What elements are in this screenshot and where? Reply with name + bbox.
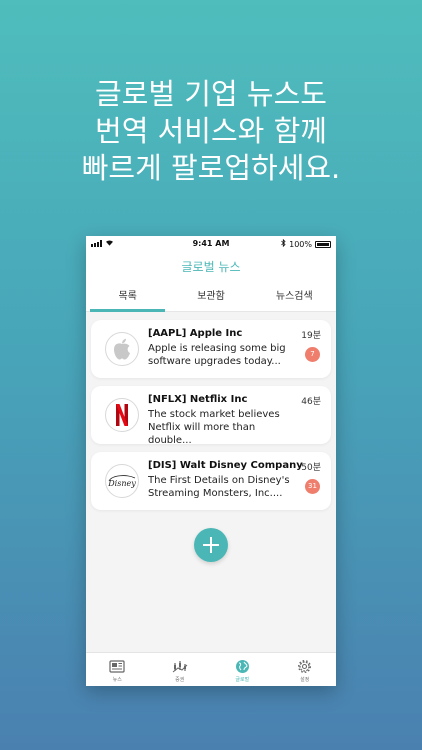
tab-archive[interactable]: 보관함 xyxy=(169,286,252,311)
headline-line-1: 글로벌 기업 뉴스도 xyxy=(95,77,327,111)
status-right: 100% xyxy=(281,238,331,249)
disney-logo-icon: Disney xyxy=(105,464,139,498)
news-card-aapl[interactable]: [AAPL] Apple Inc Apple is releasing some… xyxy=(91,320,331,378)
tab-bar: 목록 보관함 뉴스검색 xyxy=(86,286,336,312)
news-list: [AAPL] Apple Inc Apple is releasing some… xyxy=(86,312,336,510)
app-title: 글로벌 뉴스 xyxy=(86,252,336,286)
nav-label: 증권 xyxy=(175,677,185,683)
news-time: 19분 xyxy=(301,331,321,341)
nav-label: 설정 xyxy=(300,677,310,683)
battery-percent: 100% xyxy=(289,239,312,249)
headline-line-2: 번역 서비스와 함께 xyxy=(95,114,327,148)
nav-item-news[interactable]: 뉴스 xyxy=(86,653,149,686)
battery-icon xyxy=(315,240,331,248)
news-summary: The stock market believes Netflix will m… xyxy=(148,409,280,446)
news-time: 46분 xyxy=(301,397,321,407)
gear-icon xyxy=(274,658,337,674)
news-summary: The First Details on Disney's Streaming … xyxy=(148,475,290,499)
bottom-nav: 뉴스 증권 글로벌 설정 xyxy=(86,652,336,686)
tab-list[interactable]: 목록 xyxy=(86,286,169,312)
news-title: [AAPL] Apple Inc xyxy=(148,328,243,339)
netflix-logo-icon xyxy=(105,398,139,432)
headline-line-3: 빠르게 팔로업하세요. xyxy=(81,151,341,185)
nav-item-stocks[interactable]: 증권 xyxy=(149,653,212,686)
globe-icon xyxy=(211,658,274,674)
promo-headline: 글로벌 기업 뉴스도 번역 서비스와 함께 빠르게 팔로업하세요. xyxy=(0,76,422,187)
unread-count-badge: 7 xyxy=(305,347,320,362)
add-company-button[interactable] xyxy=(194,528,228,562)
news-title: [DIS] Walt Disney Company xyxy=(148,460,303,471)
tab-news-search[interactable]: 뉴스검색 xyxy=(253,286,336,311)
nav-item-settings[interactable]: 설정 xyxy=(274,653,337,686)
unread-count-badge: 31 xyxy=(305,479,320,494)
newspaper-icon xyxy=(86,658,149,674)
news-card-dis[interactable]: Disney [DIS] Walt Disney Company The Fir… xyxy=(91,452,331,510)
news-card-nflx[interactable]: [NFLX] Netflix Inc The stock market beli… xyxy=(91,386,331,446)
nav-label: 뉴스 xyxy=(112,677,122,683)
phone-screen: 9:41 AM 100% 글로벌 뉴스 목록 보관함 뉴스검색 [AAPL] A… xyxy=(86,236,336,686)
status-bar: 9:41 AM 100% xyxy=(86,236,336,252)
chart-icon xyxy=(149,658,212,674)
bluetooth-icon xyxy=(281,238,286,249)
nav-label: 글로벌 xyxy=(235,677,250,683)
news-summary: Apple is releasing some big software upg… xyxy=(148,343,286,367)
news-time: 50분 xyxy=(301,463,321,473)
svg-text:Disney: Disney xyxy=(107,479,136,488)
news-title: [NFLX] Netflix Inc xyxy=(148,394,248,405)
nav-item-global[interactable]: 글로벌 xyxy=(211,653,274,686)
apple-logo-icon xyxy=(105,332,139,366)
